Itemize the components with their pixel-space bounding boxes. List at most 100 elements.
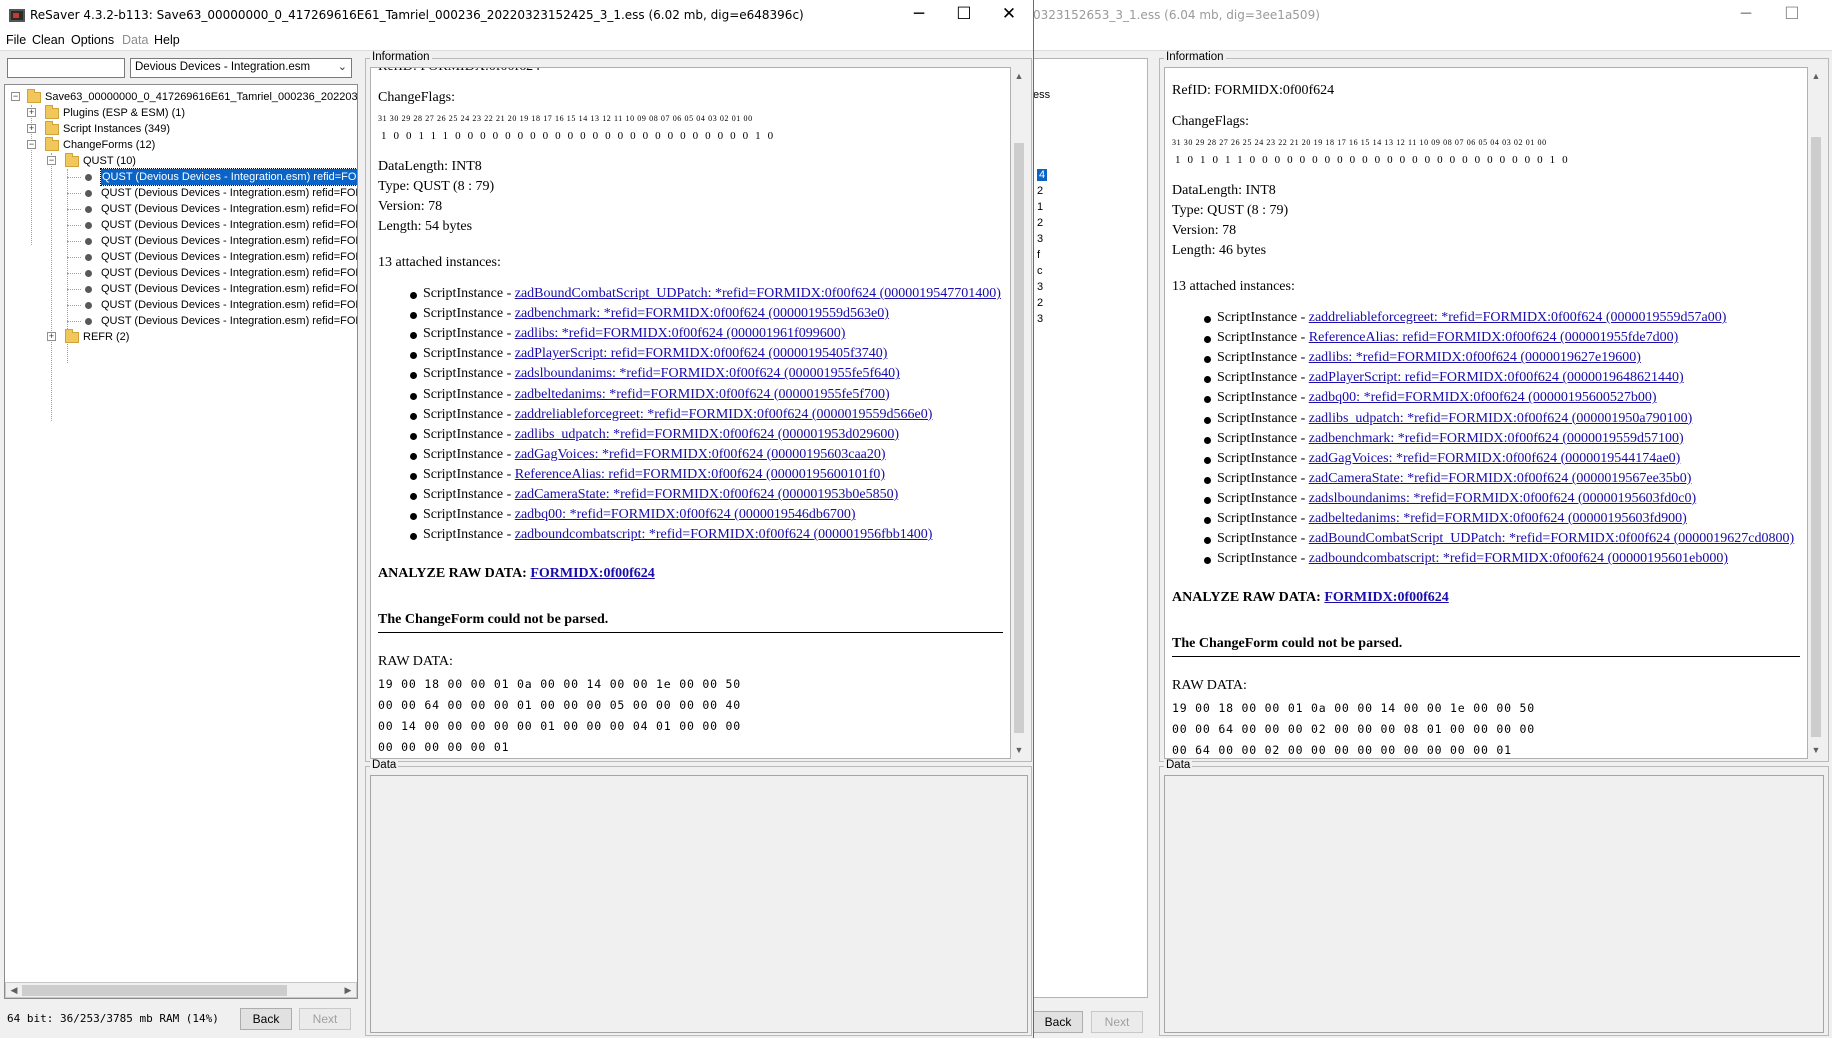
script-instance-link[interactable]: zadbenchmark: *refid=FORMIDX:0f00f624 (0… [515,306,889,321]
qust-tree-item[interactable]: QUST (Devious Devices - Integration.esm)… [5,313,357,329]
script-instance-item: ScriptInstance - zadbenchmark: *refid=FO… [1217,431,1684,447]
background-tree-fragment-row[interactable]: 4 [1037,169,1048,181]
folder-icon [65,329,79,343]
qust-tree-item[interactable]: QUST (Devious Devices - Integration.esm)… [5,185,357,201]
background-tree-fragment-row[interactable]: 3 [1037,233,1043,245]
tree-item-refr[interactable]: + REFR (2) [5,329,357,345]
script-instance-link[interactable]: zadbenchmark: *refid=FORMIDX:0f00f624 (0… [1309,431,1684,446]
script-instance-link[interactable]: zadboundcombatscript: *refid=FORMIDX:0f0… [515,527,933,542]
script-instance-link[interactable]: zadPlayerScript: refid=FORMIDX:0f00f624 … [515,346,888,361]
background-minimize-button[interactable]: ─ [1723,0,1769,31]
expand-icon[interactable]: + [47,332,56,341]
script-instance-link[interactable]: zadlibs: *refid=FORMIDX:0f00f624 (000001… [515,326,846,341]
background-data-view[interactable] [1164,775,1824,1033]
script-instance-link[interactable]: ReferenceAlias: refid=FORMIDX:0f00f624 (… [1309,330,1678,345]
scroll-left-icon[interactable]: ◀ [6,983,22,997]
background-close-button[interactable]: ✕ [1815,0,1832,31]
information-view[interactable]: RefID: FORMIDX:0f00f624 ChangeFlags: 31 30… [370,67,1011,759]
script-instance-link[interactable]: zadslboundanims: *refid=FORMIDX:0f00f624… [515,366,900,381]
info-scroll-thumb[interactable] [1014,143,1024,733]
qust-tree-item[interactable]: QUST (Devious Devices - Integration.esm)… [5,281,357,297]
qust-tree-item[interactable]: QUST (Devious Devices - Integration.esm)… [5,217,357,233]
scroll-down-icon[interactable]: ▼ [1011,743,1027,757]
background-back-button[interactable]: Back [1033,1011,1083,1033]
script-instance-link[interactable]: zaddreliableforcegreet: *refid=FORMIDX:0… [515,407,933,422]
script-instance-link[interactable]: zadGagVoices: *refid=FORMIDX:0f00f624 (0… [515,447,886,462]
background-tree-fragment-row[interactable]: 1 [1037,201,1043,213]
script-instance-link[interactable]: zadboundcombatscript: *refid=FORMIDX:0f0… [1309,551,1728,566]
collapse-icon[interactable]: − [11,92,20,101]
tree-item-qust[interactable]: − QUST (10) [5,153,357,169]
background-tree-fragment-row[interactable]: 2 [1037,297,1043,309]
analyze-link[interactable]: FORMIDX:0f00f624 [1324,590,1448,605]
script-instance-link[interactable]: zadGagVoices: *refid=FORMIDX:0f00f624 (0… [1309,451,1681,466]
script-instance-link[interactable]: zaddreliableforcegreet: *refid=FORMIDX:0… [1309,310,1727,325]
background-maximize-button[interactable]: ☐ [1769,0,1815,31]
back-button[interactable]: Back [240,1008,292,1030]
tree-item-plugins[interactable]: + Plugins (ESP & ESM) (1) [5,105,357,121]
background-tree-fragment-row[interactable]: 3 [1037,281,1043,293]
search-input[interactable] [7,58,125,78]
scroll-up-icon[interactable]: ▲ [1011,69,1027,83]
scroll-right-icon[interactable]: ▶ [340,983,356,997]
leaf-bullet-icon [85,254,92,261]
background-tree-fragment-row[interactable]: 3 [1037,313,1043,325]
tree-scroll-thumb[interactable] [22,985,287,996]
script-instance-link[interactable]: zadlibs_udpatch: *refid=FORMIDX:0f00f624… [515,427,899,442]
background-info-scrollbar[interactable]: ▲ ▼ [1808,67,1824,759]
background-tree-fragment[interactable]: ess 4 2 1 2 3 fc 3 2 3 [1033,58,1148,998]
expand-icon[interactable]: + [27,108,36,117]
analyze-link[interactable]: FORMIDX:0f00f624 [530,566,654,581]
script-instance-prefix: ScriptInstance - [1217,551,1309,567]
maximize-button[interactable]: ☐ [941,0,987,31]
close-button[interactable]: ✕ [986,0,1032,31]
scroll-up-icon[interactable]: ▲ [1808,69,1824,83]
menu-clean[interactable]: Clean [32,33,65,47]
savefile-tree[interactable]: − Save63_00000000_0_417269616E61_Tamriel… [4,84,358,999]
menu-file[interactable]: File [6,33,26,47]
background-info-scroll-thumb[interactable] [1811,137,1821,737]
scroll-down-icon[interactable]: ▼ [1808,743,1824,757]
background-tree-fragment-row[interactable]: 2 [1037,185,1043,197]
script-instance-link[interactable]: zadbeltedanims: *refid=FORMIDX:0f00f624 … [1309,511,1687,526]
background-information-view[interactable]: RefID: FORMIDX:0f00f624 ChangeFlags: 31 30… [1164,67,1808,759]
qust-tree-item[interactable]: QUST (Devious Devices - Integration.esm)… [5,297,357,313]
script-instance-link[interactable]: zadCameraState: *refid=FORMIDX:0f00f624 … [1309,471,1692,486]
background-title-bar: 0323152653_3_1.ess (6.04 mb, dig=3ee1a50… [1033,0,1832,31]
tree-item-changeforms[interactable]: − ChangeForms (12) [5,137,357,153]
tree-root-row[interactable]: − Save63_00000000_0_417269616E61_Tamriel… [5,89,357,105]
background-tree-fragment-row[interactable]: f [1037,249,1040,261]
tree-horizontal-scrollbar[interactable]: ◀ ▶ [5,982,357,998]
status-bar: 64 bit: 36/253/3785 mb RAM (14%) Back Ne… [0,1003,362,1035]
background-tree-fragment-row[interactable]: c [1037,265,1043,277]
qust-tree-item[interactable]: QUST (Devious Devices - Integration.esm)… [5,249,357,265]
qust-tree-item[interactable]: QUST (Devious Devices - Integration.esm)… [5,265,357,281]
qust-tree-item[interactable]: QUST (Devious Devices - Integration.esm)… [5,233,357,249]
script-instance-link[interactable]: zadlibs: *refid=FORMIDX:0f00f624 (000001… [1309,350,1641,365]
collapse-icon[interactable]: − [27,140,36,149]
info-scrollbar[interactable]: ▲ ▼ [1011,67,1027,759]
script-instance-link[interactable]: zadBoundCombatScript_UDPatch: *refid=FOR… [1309,531,1794,546]
script-instance-link[interactable]: zadlibs_udpatch: *refid=FORMIDX:0f00f624… [1309,411,1693,426]
window-title: ReSaver 4.3.2-b113: Save63_00000000_0_41… [30,8,804,22]
minimize-button[interactable]: ─ [896,0,942,31]
qust-tree-item[interactable]: QUST (Devious Devices - Integration.esm)… [5,201,357,217]
collapse-icon[interactable]: − [47,156,56,165]
script-instance-link[interactable]: zadPlayerScript: refid=FORMIDX:0f00f624 … [1309,370,1684,385]
script-instance-prefix: ScriptInstance - [1217,531,1309,547]
script-instance-link[interactable]: zadslboundanims: *refid=FORMIDX:0f00f624… [1309,491,1696,506]
background-tree-fragment-row[interactable]: 2 [1037,217,1043,229]
tree-item-script-instances[interactable]: + Script Instances (349) [5,121,357,137]
script-instance-link[interactable]: zadBoundCombatScript_UDPatch: *refid=FOR… [515,286,1001,301]
menu-help[interactable]: Help [154,33,180,47]
script-instance-link[interactable]: zadCameraState: *refid=FORMIDX:0f00f624 … [515,487,898,502]
data-view[interactable] [370,775,1028,1033]
script-instance-link[interactable]: ReferenceAlias: refid=FORMIDX:0f00f624 (… [515,467,885,482]
script-instance-link[interactable]: zadbq00: *refid=FORMIDX:0f00f624 (000001… [515,507,856,522]
qust-tree-item[interactable]: QUST (Devious Devices - Integration.esm)… [5,168,357,186]
expand-icon[interactable]: + [27,124,36,133]
script-instance-link[interactable]: zadbeltedanims: *refid=FORMIDX:0f00f624 … [515,387,890,402]
plugin-filter-dropdown[interactable]: Devious Devices - Integration.esm ⌄ [130,58,352,78]
menu-options[interactable]: Options [71,33,114,47]
script-instance-link[interactable]: zadbq00: *refid=FORMIDX:0f00f624 (000001… [1309,390,1657,405]
